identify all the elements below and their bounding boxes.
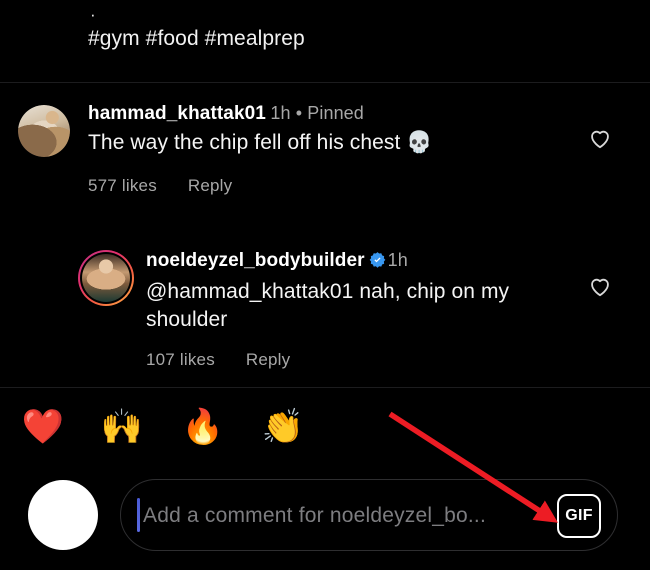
comment-actions: 107 likes Reply <box>146 350 290 370</box>
caption-hashtags[interactable]: #gym #food #mealprep <box>88 26 305 52</box>
comment-composer: Add a comment for noeldeyzel_bo... GIF <box>0 470 650 570</box>
comment-input-placeholder: Add a comment for noeldeyzel_bo... <box>143 504 486 527</box>
joy-tears-emoji[interactable]: 😂 <box>576 396 632 458</box>
comment-likes-count[interactable]: 577 likes <box>88 176 157 195</box>
story-ring-inner <box>80 252 132 304</box>
comment-reply-button[interactable]: Reply <box>246 350 290 369</box>
comment-header: noeldeyzel_bodybuilder 1h <box>146 250 408 272</box>
emoji-reaction-bar: ❤️ 🙌 🔥 👏 😢 😍 😮 😂 <box>0 396 650 458</box>
caption-dot: · <box>90 5 96 24</box>
comment-username[interactable]: noeldeyzel_bodybuilder <box>146 250 365 271</box>
heart-eyes-emoji[interactable]: 😍 <box>415 396 471 458</box>
user-avatar-blank[interactable] <box>28 480 98 550</box>
comment-header: hammad_khattak01 1h • Pinned <box>88 103 364 125</box>
crying-face-emoji[interactable]: 😢 <box>335 396 391 458</box>
avatar[interactable] <box>18 105 70 157</box>
post-caption: · #gym #food #mealprep <box>0 0 650 83</box>
verified-badge-icon <box>369 251 386 268</box>
comment-reply-button[interactable]: Reply <box>188 176 232 195</box>
heart-outline-icon[interactable] <box>587 125 613 151</box>
red-heart-emoji[interactable]: ❤️ <box>15 396 71 458</box>
heart-outline-icon[interactable] <box>587 273 613 299</box>
comment-meta: 1h <box>387 250 408 270</box>
comment-input-field[interactable]: Add a comment for noeldeyzel_bo... GIF <box>120 479 618 551</box>
surprised-face-emoji[interactable]: 😮 <box>496 396 552 458</box>
comment-actions: 577 likes Reply <box>88 176 232 196</box>
instagram-comments-screen: · #gym #food #mealprep hammad_khattak01 … <box>0 0 650 570</box>
divider-above-emoji-bar <box>0 387 650 388</box>
raising-hands-emoji[interactable]: 🙌 <box>94 396 150 458</box>
bodybuilder-avatar <box>82 254 130 302</box>
comment-username[interactable]: hammad_khattak01 <box>88 103 266 124</box>
text-caret <box>137 498 140 532</box>
divider-below-caption <box>0 82 650 83</box>
dog-muscle-avatar <box>18 105 70 157</box>
gif-button[interactable]: GIF <box>557 494 601 538</box>
comment-text: The way the chip fell off his chest 💀 <box>88 131 433 154</box>
fire-emoji[interactable]: 🔥 <box>175 396 231 458</box>
comment-meta: 1h • Pinned <box>270 103 364 123</box>
comment-likes-count[interactable]: 107 likes <box>146 350 215 369</box>
avatar-with-story-ring[interactable] <box>78 250 134 306</box>
clapping-hands-emoji[interactable]: 👏 <box>255 396 311 458</box>
comment-text: @hammad_khattak01 nah, chip on my should… <box>146 280 510 331</box>
